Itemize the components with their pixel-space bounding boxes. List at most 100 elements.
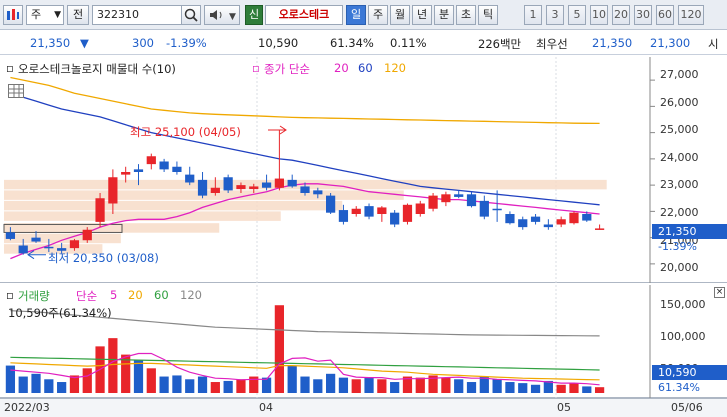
candle-body: [133, 169, 144, 172]
period-tab-6[interactable]: 틱: [478, 5, 498, 25]
candle-body: [69, 240, 80, 249]
volume-bar: [146, 368, 156, 393]
candle-body: [505, 214, 515, 224]
candle-body: [121, 172, 131, 175]
candle-body: [390, 212, 400, 225]
chart-toolbar: 주 ▼ 전 322310 ▼ ▼ 신 오로스테크 일주월년분초틱 1351020…: [0, 0, 727, 30]
period-tab-0[interactable]: 일: [346, 5, 366, 25]
minute-option-2[interactable]: 5: [568, 5, 586, 25]
volume-ratio: 61.34%: [330, 36, 374, 50]
minute-option-4[interactable]: 20: [612, 5, 630, 25]
volume-bar: [223, 380, 233, 393]
candle-body: [377, 207, 387, 214]
minute-option-1[interactable]: 3: [546, 5, 564, 25]
period-tab-1[interactable]: 주: [368, 5, 388, 25]
volume-collapse-icon[interactable]: ▫: [6, 288, 14, 302]
candle-body: [556, 219, 566, 225]
stock-code-value: 322310: [97, 8, 139, 21]
new-badge[interactable]: 신: [245, 5, 263, 25]
candle-body: [313, 190, 323, 195]
candle-body: [261, 182, 272, 188]
close-ma-icon: ▫: [252, 61, 260, 75]
volume-bar: [582, 386, 592, 393]
volume-ma60-label: 60: [154, 288, 169, 302]
pane-collapse-icon[interactable]: ▫: [6, 61, 14, 75]
candle-body: [569, 212, 579, 224]
trade-amount: 226백만: [478, 37, 522, 51]
volume-subtitle: 10,590주(61.34%): [8, 306, 112, 320]
candle-body: [326, 195, 336, 213]
volume-bar: [274, 305, 284, 393]
period-tab-4[interactable]: 분: [434, 5, 454, 25]
ask-price: 21,350: [592, 36, 633, 50]
volume-pane-title: 거래량: [18, 289, 50, 303]
volume-bar: [261, 377, 272, 393]
minute-option-5[interactable]: 30: [634, 5, 652, 25]
current-volume-tag: 10,590: [652, 365, 727, 380]
candle-body: [402, 204, 413, 222]
candle-body: [236, 185, 246, 190]
price-axis-tick: 26,000: [660, 95, 699, 109]
candle-body: [146, 156, 156, 165]
turnover: 0.11%: [390, 36, 427, 50]
minute-option-0[interactable]: 1: [524, 5, 542, 25]
date-label-last: 05/06: [671, 401, 703, 414]
period-tab-2[interactable]: 월: [390, 5, 410, 25]
volume-profile-bar: [4, 233, 121, 244]
chart-type-icon[interactable]: [3, 5, 23, 25]
date-label-april: 04: [259, 401, 273, 414]
price-chart-pane[interactable]: ▫ 오로스테크놀로지 매물대 수(10) ▫ 종가 단순 20 60 120 최…: [0, 57, 727, 283]
candle-body: [543, 224, 553, 228]
candle-body: [492, 208, 502, 211]
candle-body: [287, 179, 297, 187]
market-select[interactable]: 주 ▼: [26, 5, 64, 25]
prev-button[interactable]: 전: [67, 5, 89, 25]
ma120-label: 120: [384, 61, 406, 75]
volume-bar: [338, 377, 349, 393]
candle-body: [351, 208, 361, 214]
volume-ma120-label: 120: [180, 288, 202, 302]
candle-body: [530, 216, 541, 222]
period-tab-5[interactable]: 초: [456, 5, 476, 25]
low-annotation: 최저 20,350 (03/08): [48, 251, 159, 265]
volume-bar: [82, 368, 92, 393]
volume-bar: [454, 379, 464, 393]
price-pane-title: 오로스테크놀로지 매물대 수(10): [18, 62, 176, 76]
stock-name: 오로스테크: [265, 5, 343, 25]
candle-body: [185, 174, 195, 183]
sound-icon[interactable]: ▼: [204, 5, 240, 25]
direction-icon: ▼: [80, 36, 89, 50]
volume-bar: [466, 382, 477, 393]
price-axis-tick: 20,000: [660, 261, 699, 275]
candle-body: [82, 229, 92, 241]
volume-value: 10,590: [258, 36, 299, 50]
candle-body: [18, 245, 28, 254]
current-volume-pct: 61.34%: [658, 381, 700, 394]
volume-bar: [518, 383, 528, 393]
volume-bar: [326, 373, 336, 393]
candle-body: [582, 214, 592, 221]
minute-option-6[interactable]: 60: [656, 5, 674, 25]
market-label: 시: [708, 37, 719, 51]
period-tab-3[interactable]: 년: [412, 5, 432, 25]
candle-body: [159, 161, 169, 170]
search-icon[interactable]: [181, 5, 201, 25]
ma60-label: 60: [358, 61, 373, 75]
chevron-down-icon: ▼: [54, 10, 61, 20]
close-icon[interactable]: ×: [714, 287, 725, 298]
candle-body: [441, 194, 451, 203]
volume-bar: [108, 338, 118, 393]
volume-bar: [505, 382, 515, 393]
volume-chart-pane[interactable]: ▫ 거래량 단순 5 20 60 120 10,590주(61.34%) × 1…: [0, 285, 727, 398]
grid-table-icon[interactable]: [8, 84, 24, 98]
candle-body: [5, 232, 16, 239]
candle-body: [415, 203, 425, 214]
volume-axis-tick: 150,000: [660, 298, 706, 311]
minute-option-7[interactable]: 120: [678, 5, 704, 25]
best-quote-label: 최우선: [536, 37, 568, 51]
candle-body: [518, 219, 528, 228]
volume-profile-bar: [4, 200, 343, 211]
volume-bar: [197, 376, 208, 393]
price-axis-tick: 23,000: [660, 178, 699, 192]
minute-option-3[interactable]: 10: [590, 5, 608, 25]
